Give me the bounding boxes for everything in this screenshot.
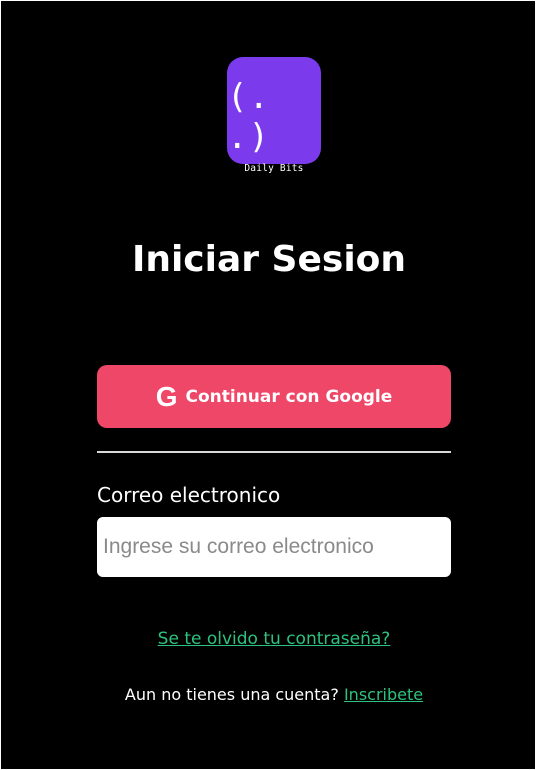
signup-prompt: Aun no tienes una cuenta?	[124, 685, 339, 704]
email-label: Correo electronico	[97, 483, 281, 507]
app-logo: (. .) Daily Bits	[227, 57, 321, 174]
google-login-button[interactable]: G Continuar con Google	[97, 365, 451, 428]
logo-text: Daily Bits	[244, 163, 304, 174]
login-screen: (. .) Daily Bits Iniciar Sesion G Contin…	[1, 1, 535, 769]
page-title: Iniciar Sesion	[131, 239, 407, 280]
email-field[interactable]	[97, 517, 451, 577]
logo-face: (. .)	[227, 77, 270, 157]
google-icon: G	[155, 380, 178, 412]
forgot-password-link[interactable]: Se te olvido tu contraseña?	[1, 629, 536, 649]
signup-row: Aun no tienes una cuenta? Inscribete	[1, 685, 536, 704]
google-button-label: Continuar con Google	[185, 386, 393, 407]
divider	[97, 451, 451, 453]
signup-link[interactable]: Inscribete	[344, 685, 423, 704]
